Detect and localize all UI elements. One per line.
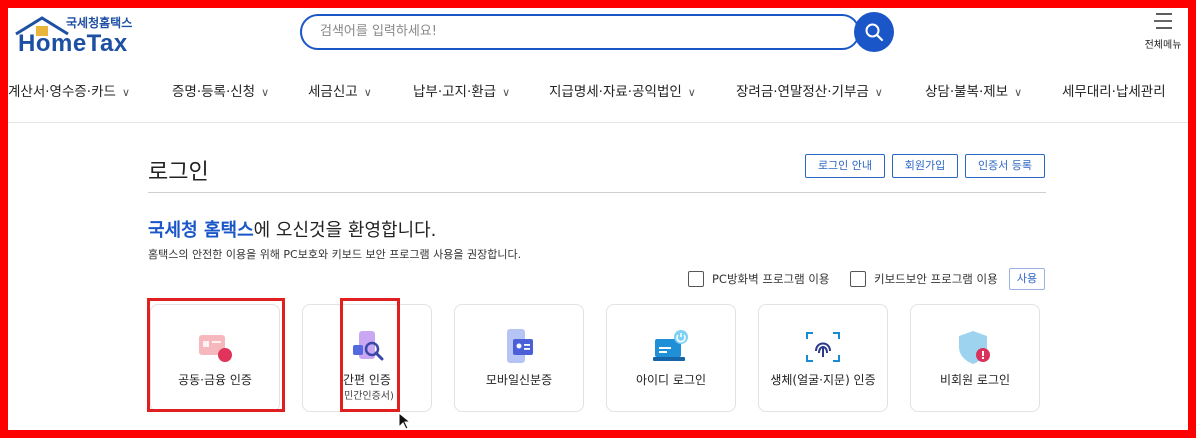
keyboard-security-checkbox[interactable]	[850, 271, 866, 287]
security-notice: 홈택스의 안전한 이용을 위해 PC보호와 키보드 보안 프로그램 사용을 권장…	[148, 248, 522, 261]
fingerprint-icon	[806, 332, 840, 362]
use-button[interactable]: 사용	[1009, 268, 1045, 290]
search-icon	[865, 23, 884, 42]
search-box	[300, 14, 860, 50]
register-certificate-button[interactable]: 인증서 등록	[965, 154, 1045, 178]
logo-title: HomeTax	[18, 30, 128, 57]
chevron-down-icon: ∨	[261, 86, 270, 99]
nav-item-agent[interactable]: 세무대리·납세관리	[1062, 80, 1166, 100]
search-input[interactable]	[318, 23, 822, 40]
keyboard-security-label: 키보드보안 프로그램 이용	[874, 272, 998, 286]
logo-subtitle: 국세청홈택스	[66, 16, 133, 30]
chevron-down-icon: ∨	[502, 86, 511, 99]
welcome-message: 국세청 홈택스에 오신것을 환영합니다.	[148, 216, 436, 242]
page-title: 로그인	[148, 160, 209, 185]
highlight-box	[147, 298, 285, 412]
hamburger-icon	[1154, 13, 1172, 29]
nav-item-statement[interactable]: 지급명세·자료·공익법인 ∨	[549, 80, 696, 100]
search-button[interactable]	[854, 12, 894, 52]
id-login-card[interactable]: 아이디 로그인	[606, 304, 736, 412]
mouse-cursor-icon	[398, 412, 412, 430]
shield-icon	[959, 331, 990, 364]
mobile-id-card[interactable]: 모바일신분증	[454, 304, 584, 412]
non-member-login-card[interactable]: 비회원 로그인	[910, 304, 1040, 412]
biometric-auth-card[interactable]: 생체(얼굴·지문) 인증	[758, 304, 888, 412]
chevron-down-icon: ∨	[874, 86, 883, 99]
laptop-power-icon	[653, 330, 688, 361]
pc-firewall-label: PC방화벽 프로그램 이용	[712, 272, 830, 286]
nav-item-consult[interactable]: 상담·불복·제보 ∨	[925, 80, 1022, 100]
login-guide-button[interactable]: 로그인 안내	[805, 154, 885, 178]
all-menu-label: 전체메뉴	[1144, 40, 1182, 51]
nav-item-certificate[interactable]: 증명·등록·신청 ∨	[172, 80, 269, 100]
chevron-down-icon: ∨	[363, 86, 372, 99]
card-label: 비회원 로그인	[939, 373, 1011, 387]
main-nav: 계산서·영수증·카드 ∨ 증명·등록·신청 ∨ 세금신고 ∨ 납부·고지·환급 ∨ 지급…	[8, 74, 1188, 104]
title-divider	[148, 192, 1046, 193]
all-menu-button[interactable]: 전체메뉴	[1138, 12, 1188, 51]
chevron-down-icon: ∨	[121, 86, 131, 99]
nav-item-invoice[interactable]: 계산서·영수증·카드 ∨	[8, 80, 130, 100]
hometax-logo[interactable]: 국세청홈택스 HomeTax	[14, 14, 144, 64]
nav-item-payment[interactable]: 납부·고지·환급 ∨	[413, 80, 510, 100]
chevron-down-icon: ∨	[687, 86, 696, 99]
nav-item-tax-report[interactable]: 세금신고 ∨	[308, 80, 372, 100]
card-label: 생체(얼굴·지문) 인증	[770, 373, 876, 387]
pc-firewall-option[interactable]: PC방화벽 프로그램 이용	[688, 271, 830, 287]
page-frame: 국세청홈택스 HomeTax 전체메뉴 계산서·영수증·카드∨ 증명·등록·신청…	[8, 8, 1188, 430]
card-label: 아이디 로그인	[635, 373, 707, 387]
mobile-id-icon	[507, 329, 533, 363]
welcome-text: 에 오신것을 환영합니다.	[253, 220, 437, 241]
card-label: 모바일신분증	[485, 373, 553, 387]
signup-button[interactable]: 회원가입	[892, 154, 958, 178]
nav-divider	[8, 122, 1188, 123]
keyboard-security-option[interactable]: 키보드보안 프로그램 이용	[850, 271, 998, 287]
pc-firewall-checkbox[interactable]	[688, 271, 704, 287]
nav-item-incentive[interactable]: 장려금·연말정산·기부금 ∨	[736, 80, 883, 100]
highlight-box	[340, 298, 400, 412]
chevron-down-icon: ∨	[1014, 86, 1023, 99]
welcome-brand: 국세청 홈택스	[148, 220, 254, 241]
